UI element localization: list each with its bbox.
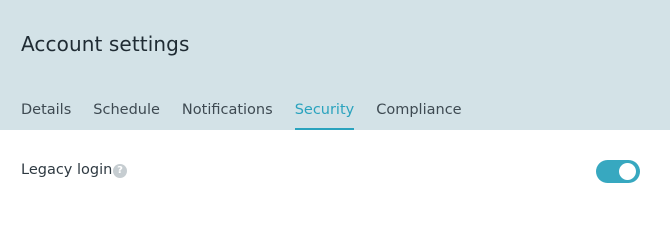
page-title: Account settings [21, 32, 190, 56]
legacy-login-setting-row: Legacy login ? [21, 160, 641, 184]
legacy-login-toggle[interactable] [596, 160, 640, 183]
tab-security[interactable]: Security [294, 102, 354, 130]
tab-details[interactable]: Details [21, 102, 71, 130]
tab-schedule[interactable]: Schedule [93, 102, 160, 130]
toggle-knob [619, 163, 636, 180]
settings-tabs: Details Schedule Notifications Security … [21, 102, 484, 130]
tab-notifications[interactable]: Notifications [182, 102, 273, 130]
legacy-login-label: Legacy login [21, 162, 113, 178]
tab-compliance[interactable]: Compliance [376, 102, 461, 130]
help-icon[interactable]: ? [113, 164, 127, 178]
settings-header: Account settings Details Schedule Notifi… [0, 0, 670, 130]
